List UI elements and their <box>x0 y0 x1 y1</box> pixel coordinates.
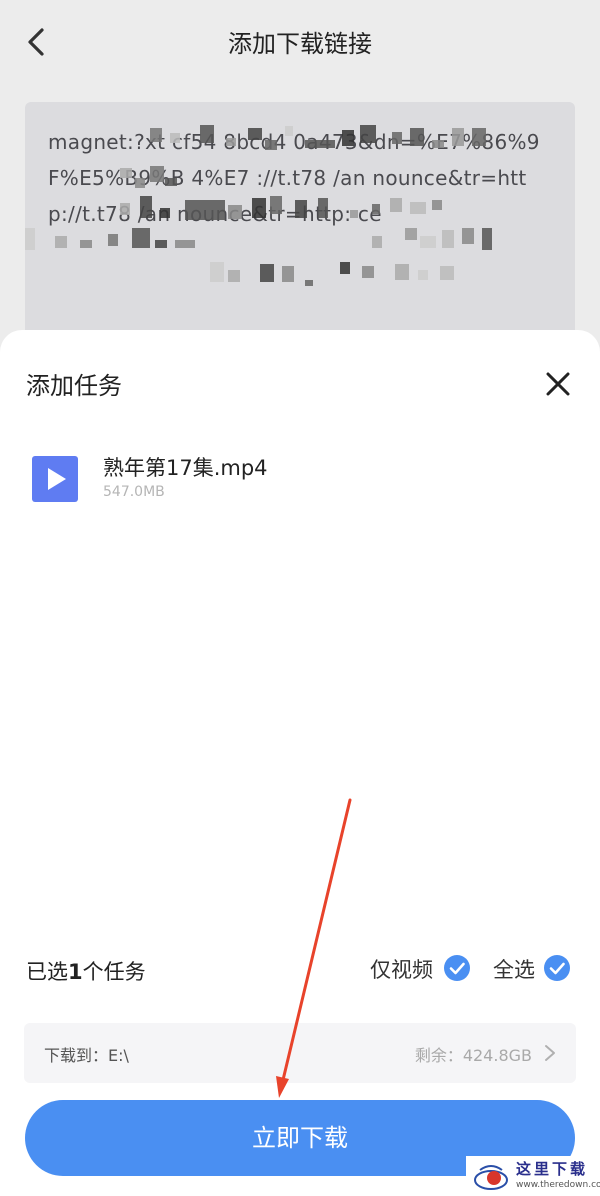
mosaic-pixel <box>350 210 358 218</box>
mosaic-pixel <box>405 228 417 240</box>
mosaic-pixel <box>362 266 374 278</box>
mosaic-pixel <box>120 168 132 178</box>
mosaic-pixel <box>442 230 454 248</box>
mosaic-pixel <box>392 132 402 144</box>
mosaic-pixel <box>228 270 240 282</box>
mosaic-pixel <box>108 234 118 246</box>
download-path: 下载到：E:\ <box>44 1046 129 1065</box>
mosaic-pixel <box>260 264 274 282</box>
check-circle-icon <box>544 955 570 981</box>
mosaic-pixel <box>305 140 335 148</box>
watermark-logo-icon <box>474 1165 508 1190</box>
mosaic-pixel <box>285 126 293 136</box>
mosaic-pixel <box>305 280 313 286</box>
mosaic-pixel <box>482 228 492 250</box>
mosaic-pixel <box>226 138 236 146</box>
mosaic-pixel <box>410 202 426 214</box>
mosaic-pixel <box>150 166 164 182</box>
video-file-icon <box>32 456 78 502</box>
mosaic-pixel <box>248 128 262 140</box>
mosaic-pixel <box>372 204 380 214</box>
watermark: 这里下载 www.theredown.com <box>466 1156 600 1196</box>
mosaic-pixel <box>318 198 328 218</box>
mosaic-pixel <box>175 240 195 248</box>
mosaic-pixel <box>165 178 177 186</box>
mosaic-pixel <box>342 130 354 146</box>
mosaic-pixel <box>228 205 242 219</box>
selected-count-prefix: 已选 <box>26 960 68 984</box>
watermark-url: www.theredown.com <box>516 1180 600 1190</box>
mosaic-pixel <box>452 128 464 146</box>
mosaic-pixel <box>265 140 277 150</box>
mosaic-pixel <box>360 125 376 143</box>
mosaic-pixel <box>155 240 167 248</box>
video-only-toggle[interactable]: 仅视频 <box>370 950 472 986</box>
mosaic-pixel <box>390 198 402 212</box>
mosaic-pixel <box>372 236 382 248</box>
magnet-link-textarea[interactable]: magnet:?xt cf54 8bcd4 0a473&dn=%E7%86%9F… <box>25 102 575 352</box>
select-all-toggle[interactable]: 全选 <box>493 950 573 986</box>
mosaic-pixel <box>80 240 92 248</box>
header: 添加下载链接 <box>0 0 600 86</box>
mosaic-pixel <box>160 208 170 218</box>
mosaic-pixel <box>395 264 409 280</box>
close-icon <box>546 372 570 396</box>
close-button[interactable] <box>542 368 574 400</box>
mosaic-pixel <box>270 196 282 214</box>
file-name: 熟年第17集.mp4 <box>103 456 268 480</box>
mosaic-pixel <box>55 236 67 248</box>
check-circle-icon <box>444 955 470 981</box>
mosaic-pixel <box>432 200 442 210</box>
video-only-label: 仅视频 <box>370 958 433 982</box>
mosaic-pixel <box>282 266 294 282</box>
selected-count-number: 1 <box>68 960 83 984</box>
mosaic-pixel <box>25 228 35 250</box>
sheet-title: 添加任务 <box>26 372 122 400</box>
mosaic-pixel <box>440 266 454 280</box>
mosaic-pixel <box>140 196 152 218</box>
mosaic-pixel <box>120 203 130 215</box>
mosaic-pixel <box>410 128 424 146</box>
mosaic-pixel <box>135 178 145 188</box>
file-list-item[interactable]: 熟年第17集.mp4 547.0MB <box>26 450 566 510</box>
mosaic-pixel <box>295 200 307 218</box>
selected-count: 已选1个任务 <box>26 956 146 986</box>
mosaic-pixel <box>472 128 486 146</box>
mosaic-pixel <box>210 262 224 282</box>
mosaic-pixel <box>462 228 474 244</box>
mosaic-pixel <box>150 128 162 142</box>
mosaic-pixel <box>132 228 150 248</box>
add-task-sheet: 添加任务 熟年第17集.mp4 547.0MB 已选1个任务 仅视频 全选 下载… <box>0 330 600 1196</box>
mosaic-pixel <box>200 125 214 143</box>
mosaic-pixel <box>252 198 266 218</box>
file-size: 547.0MB <box>103 484 165 500</box>
mosaic-pixel <box>432 140 444 148</box>
watermark-name: 这里下载 <box>516 1160 589 1178</box>
mosaic-pixel <box>420 236 436 248</box>
select-all-label: 全选 <box>493 958 535 982</box>
remaining-space: 剩余：424.8GB <box>414 1046 532 1065</box>
chevron-right-icon <box>545 1045 555 1061</box>
mosaic-pixel <box>170 133 180 143</box>
mosaic-pixel <box>340 262 350 274</box>
download-path-row[interactable]: 下载到：E:\ 剩余：424.8GB <box>24 1023 576 1083</box>
mosaic-pixel <box>185 200 225 220</box>
page-title: 添加下载链接 <box>228 30 372 58</box>
selected-count-suffix: 个任务 <box>82 960 146 984</box>
mosaic-pixel <box>418 270 428 280</box>
